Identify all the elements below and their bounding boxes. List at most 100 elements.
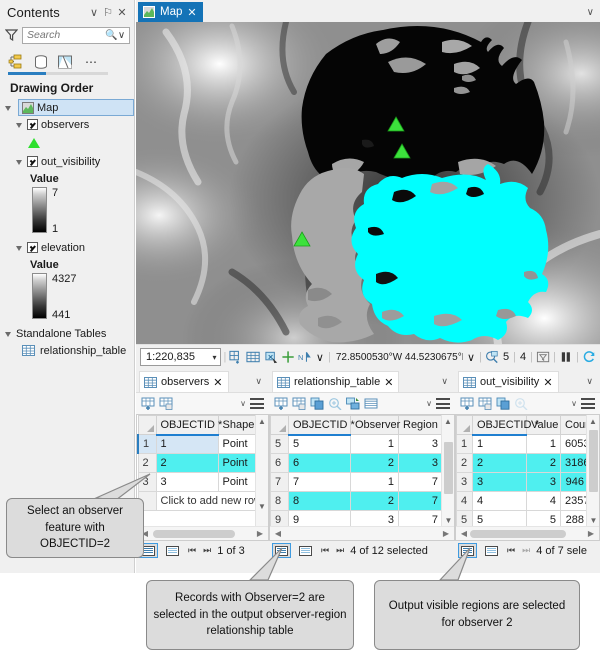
- list-by-drawing-order-icon[interactable]: [8, 54, 25, 70]
- horizontal-scrollbar[interactable]: ◀ ▶: [137, 526, 268, 540]
- vertical-scrollbar[interactable]: ▲ ▼: [586, 415, 599, 527]
- next-record-button[interactable]: ⏭: [335, 545, 345, 556]
- show-fields-icon[interactable]: [364, 397, 378, 410]
- map-tools-chevron-icon[interactable]: ∨: [315, 351, 325, 364]
- coordinates-chevron-icon[interactable]: ∨: [466, 351, 476, 364]
- copy-records-icon[interactable]: [310, 397, 324, 410]
- first-record-button[interactable]: ⏮: [320, 545, 330, 556]
- toolbar-overflow-icon[interactable]: ∨: [571, 399, 577, 408]
- cell-objectid[interactable]: 3: [156, 473, 218, 492]
- cell-observer[interactable]: 1: [351, 473, 399, 492]
- cell-objectid[interactable]: 6: [289, 454, 351, 473]
- table-row[interactable]: 1 1 1 6053: [457, 435, 589, 454]
- table-row[interactable]: 8 8 2 7: [271, 492, 443, 511]
- chevron-down-icon[interactable]: ∨: [587, 7, 594, 18]
- vertical-scrollbar[interactable]: ▲ ▼: [255, 415, 268, 527]
- add-field-icon[interactable]: [141, 397, 155, 410]
- list-by-selection-icon[interactable]: [57, 54, 73, 70]
- select-all-corner[interactable]: [138, 416, 156, 435]
- tree-row-map[interactable]: Map: [0, 99, 134, 116]
- refresh-icon[interactable]: [582, 350, 596, 364]
- scroll-up-arrow[interactable]: ▲: [256, 415, 268, 428]
- out-visibility-visibility-checkbox[interactable]: [27, 156, 38, 167]
- copy-records-icon[interactable]: [496, 397, 510, 410]
- expander-icon[interactable]: [5, 104, 13, 112]
- table-options-menu-icon[interactable]: [250, 398, 264, 409]
- cell-value[interactable]: 4: [527, 492, 561, 511]
- map-scale-selector[interactable]: 1:220,835 ▾: [140, 348, 221, 366]
- view-selected-records-button[interactable]: [482, 543, 501, 558]
- elevation-visibility-checkbox[interactable]: [27, 242, 38, 253]
- cell-count[interactable]: 2357: [561, 492, 589, 511]
- grid-relationship-table[interactable]: OBJECTID * Observer Region 5 5 1 3 6 6 2: [269, 414, 455, 541]
- select-features-icon[interactable]: [264, 350, 278, 364]
- scroll-left-arrow[interactable]: ◀: [458, 529, 470, 538]
- cell-objectid[interactable]: 1: [473, 435, 527, 454]
- table-row[interactable]: 4 4 4 2357: [457, 492, 589, 511]
- table-row[interactable]: 2 2 Point: [138, 454, 264, 473]
- close-icon[interactable]: ✕: [187, 6, 196, 19]
- table-row[interactable]: 3 3 3 946: [457, 473, 589, 492]
- column-header-region[interactable]: Region: [399, 416, 443, 435]
- table-row[interactable]: 1 1 Point: [138, 435, 264, 454]
- close-icon[interactable]: ✕: [213, 376, 222, 389]
- tab-map[interactable]: Map ✕: [138, 2, 203, 22]
- search-input[interactable]: Search 🔍 ∨: [22, 27, 130, 44]
- scroll-left-arrow[interactable]: ◀: [272, 529, 284, 538]
- north-arrow-icon[interactable]: N: [298, 350, 312, 364]
- list-by-data-source-icon[interactable]: [33, 54, 49, 70]
- table-row[interactable]: 5 5 1 3: [271, 435, 443, 454]
- cell-objectid[interactable]: 2: [473, 454, 527, 473]
- view-all-records-button[interactable]: [272, 543, 291, 558]
- expander-icon[interactable]: [16, 158, 24, 166]
- grid-out-visibility[interactable]: OBJECTID * Value Coun 1 1 1 6053 2 2 2: [455, 414, 600, 541]
- grid-icon[interactable]: [246, 350, 260, 364]
- column-header-observer[interactable]: Observer: [351, 416, 399, 435]
- add-field-icon[interactable]: [460, 397, 474, 410]
- table-add-row[interactable]: Click to add new row: [138, 492, 264, 511]
- tab-out-visibility[interactable]: out_visibility ✕: [458, 371, 559, 392]
- chevron-down-icon[interactable]: ∨: [441, 376, 448, 387]
- calculate-field-icon[interactable]: [478, 397, 492, 410]
- toolbar-overflow-icon[interactable]: ∨: [426, 399, 432, 408]
- selected-features-icon[interactable]: [485, 350, 499, 364]
- scroll-up-arrow[interactable]: ▲: [442, 415, 454, 428]
- cell-region[interactable]: 7: [399, 473, 443, 492]
- toolbar-overflow-icon[interactable]: ∨: [240, 399, 246, 408]
- related-data-icon[interactable]: [346, 397, 360, 410]
- pause-drawing-icon[interactable]: [559, 350, 573, 364]
- view-selected-records-button[interactable]: [296, 543, 315, 558]
- scroll-right-arrow[interactable]: ▶: [440, 529, 452, 538]
- column-header-objectid[interactable]: OBJECTID *: [473, 416, 527, 435]
- cell-observer[interactable]: 2: [351, 454, 399, 473]
- map-canvas[interactable]: [136, 22, 600, 344]
- scroll-down-arrow[interactable]: ▼: [256, 500, 268, 513]
- table-options-menu-icon[interactable]: [436, 398, 450, 409]
- horizontal-scrollbar[interactable]: ◀ ▶: [270, 526, 454, 540]
- cell-region[interactable]: 3: [399, 454, 443, 473]
- view-all-records-button[interactable]: [458, 543, 477, 558]
- cell-value[interactable]: 2: [527, 454, 561, 473]
- cell-objectid[interactable]: 1: [156, 435, 218, 454]
- filter-icon[interactable]: [5, 29, 18, 41]
- expander-icon[interactable]: [16, 121, 24, 129]
- column-header-objectid[interactable]: OBJECTID *: [289, 416, 351, 435]
- contents-more-options[interactable]: ⋯: [85, 55, 98, 69]
- chevron-down-icon[interactable]: ∨: [255, 376, 262, 387]
- cell-objectid[interactable]: 5: [289, 435, 351, 454]
- cell-value[interactable]: 1: [527, 435, 561, 454]
- observers-visibility-checkbox[interactable]: [27, 119, 38, 130]
- zoom-to-selection-icon[interactable]: [514, 397, 528, 410]
- cell-objectid[interactable]: 3: [473, 473, 527, 492]
- cell-objectid[interactable]: 4: [473, 492, 527, 511]
- tab-relationship-table[interactable]: relationship_table ✕: [272, 371, 399, 392]
- scroll-right-arrow[interactable]: ▶: [254, 529, 266, 538]
- chevron-down-icon[interactable]: ▾: [213, 353, 217, 362]
- cell-region[interactable]: 7: [399, 492, 443, 511]
- cell-objectid[interactable]: 7: [289, 473, 351, 492]
- contents-close-button[interactable]: ✕: [115, 6, 129, 19]
- add-field-icon[interactable]: [274, 397, 288, 410]
- cell-count[interactable]: 6053: [561, 435, 589, 454]
- column-header-count[interactable]: Coun: [561, 416, 589, 435]
- sidebar-item-map[interactable]: Map: [18, 99, 134, 116]
